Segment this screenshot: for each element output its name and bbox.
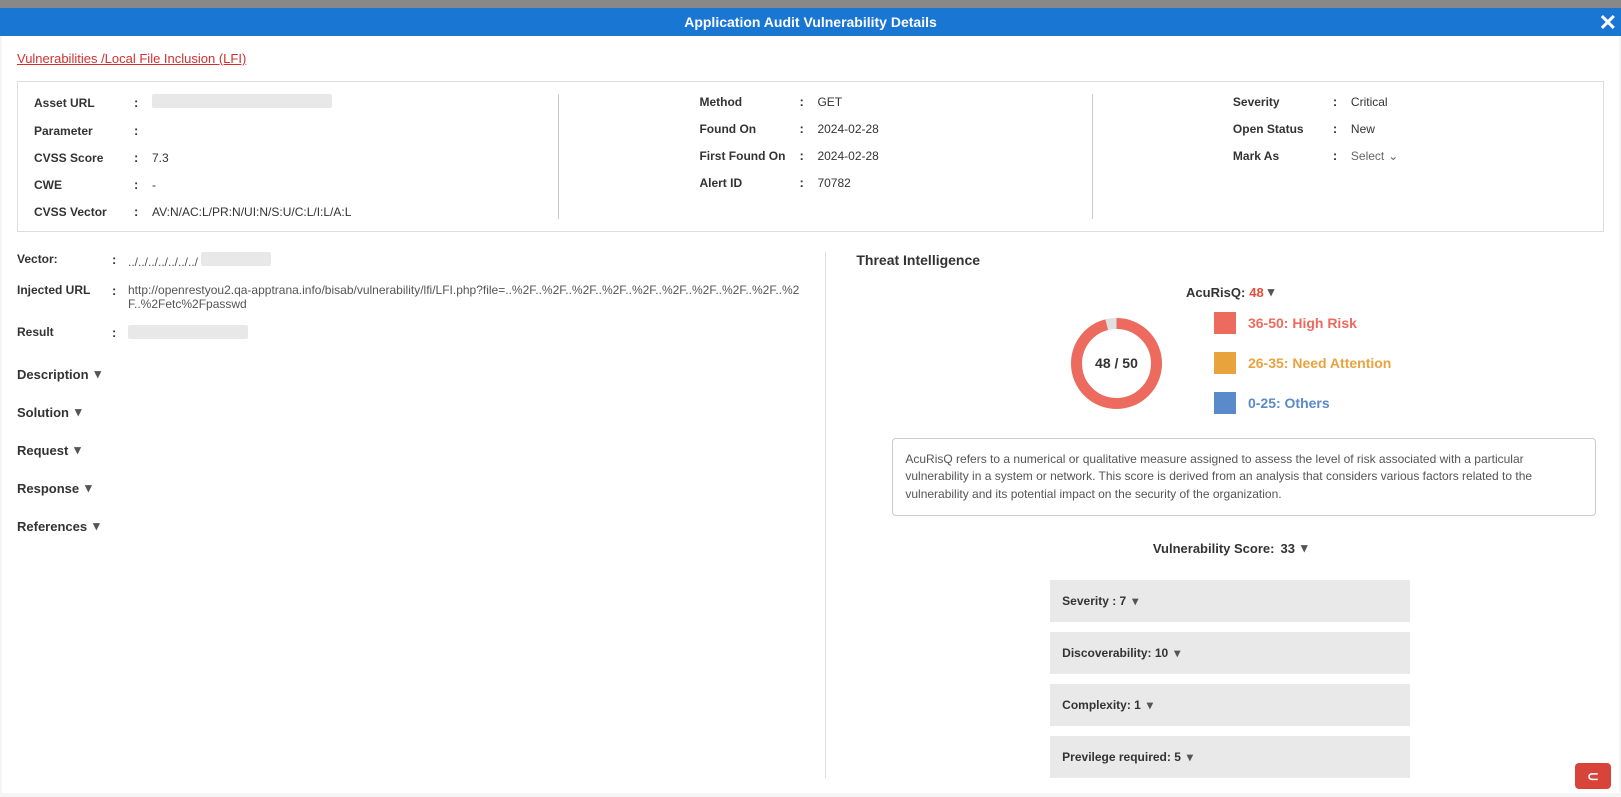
severity-card[interactable]: Severity : 7▾ bbox=[1050, 580, 1410, 622]
details-column-3: Severity:Critical Open Status:New Mark A… bbox=[1093, 94, 1595, 219]
breadcrumb-root: Vulnerabilities bbox=[17, 51, 101, 66]
method-value: GET bbox=[817, 95, 842, 109]
caret-down-icon: ▾ bbox=[93, 518, 100, 534]
vulnerability-score-toggle[interactable]: Vulnerability Score: 33 ▾ bbox=[856, 540, 1604, 556]
chart-legend: 36-50: High Risk 26-35: Need Attention 0… bbox=[1214, 312, 1391, 414]
legend-high-risk: 36-50: High Risk bbox=[1214, 312, 1391, 334]
cvss-score-label: CVSS Score bbox=[34, 151, 134, 165]
modal-title: Application Audit Vulnerability Details bbox=[684, 14, 937, 30]
parameter-label: Parameter bbox=[34, 124, 134, 138]
backdrop bbox=[0, 0, 1621, 8]
swatch-icon bbox=[1214, 392, 1236, 414]
injected-url-value: http://openrestyou2.qa-apptrana.info/bis… bbox=[128, 283, 805, 311]
open-status-label: Open Status bbox=[1233, 122, 1333, 136]
donut-chart-row: 48 / 50 36-50: High Risk 26-35: Need Att… bbox=[856, 312, 1604, 414]
found-on-label: Found On bbox=[699, 122, 799, 136]
request-section-toggle[interactable]: Request▾ bbox=[17, 442, 805, 458]
discoverability-card[interactable]: Discoverability: 10▾ bbox=[1050, 632, 1410, 674]
open-status-value: New bbox=[1351, 122, 1375, 136]
redacted-block bbox=[201, 252, 271, 266]
cwe-label: CWE bbox=[34, 178, 134, 192]
mark-as-select[interactable]: Select⌄ bbox=[1351, 149, 1398, 163]
swatch-icon bbox=[1214, 352, 1236, 374]
details-column-1: Asset URL: Parameter: CVSS Score:7.3 CWE… bbox=[26, 94, 559, 219]
privilege-card[interactable]: Previlege required: 5▾ bbox=[1050, 736, 1410, 778]
injected-url-label: Injected URL bbox=[17, 283, 112, 311]
acurisq-score: 48 bbox=[1249, 285, 1263, 300]
legend-others: 0-25: Others bbox=[1214, 392, 1391, 414]
caret-down-icon: ▾ bbox=[74, 442, 81, 458]
close-icon[interactable]: ✕ bbox=[1599, 10, 1617, 36]
lower-section: Vector: : ../../../../../../../ Injected… bbox=[17, 252, 1604, 778]
caret-down-icon: ▾ bbox=[1174, 646, 1180, 660]
method-label: Method bbox=[699, 95, 799, 109]
caret-down-icon: ▾ bbox=[1187, 750, 1193, 764]
asset-url-value bbox=[152, 94, 332, 111]
details-grid: Asset URL: Parameter: CVSS Score:7.3 CWE… bbox=[17, 81, 1604, 232]
cvss-vector-value: AV:N/AC:L/PR:N/UI:N/S:U/C:L/I:L/A:L bbox=[152, 205, 351, 219]
references-section-toggle[interactable]: References▾ bbox=[17, 518, 805, 534]
severity-value: Critical bbox=[1351, 95, 1388, 109]
caret-down-icon: ▾ bbox=[75, 404, 82, 420]
description-section-toggle[interactable]: Description▾ bbox=[17, 366, 805, 382]
first-found-on-label: First Found On bbox=[699, 149, 799, 163]
acurisq-donut-chart: 48 / 50 bbox=[1069, 316, 1164, 411]
cvss-vector-label: CVSS Vector bbox=[34, 205, 134, 219]
response-section-toggle[interactable]: Response▾ bbox=[17, 480, 805, 496]
vector-label: Vector: bbox=[17, 252, 112, 269]
left-pane: Vector: : ../../../../../../../ Injected… bbox=[17, 252, 826, 778]
donut-center-value: 48 / 50 bbox=[1069, 316, 1164, 411]
threat-intel-title: Threat Intelligence bbox=[856, 252, 1604, 268]
legend-need-attention: 26-35: Need Attention bbox=[1214, 352, 1391, 374]
acurisq-info-text: AcuRisQ refers to a numerical or qualita… bbox=[892, 438, 1596, 516]
acurisq-line[interactable]: AcuRisQ: 48 ▾ bbox=[856, 284, 1604, 300]
result-label: Result bbox=[17, 325, 112, 342]
breadcrumb[interactable]: Vulnerabilities /Local File Inclusion (L… bbox=[17, 51, 246, 66]
cwe-value: - bbox=[152, 178, 156, 192]
caret-down-icon: ▾ bbox=[1147, 698, 1153, 712]
solution-section-toggle[interactable]: Solution▾ bbox=[17, 404, 805, 420]
first-found-on-value: 2024-02-28 bbox=[817, 149, 878, 163]
modal-header: Application Audit Vulnerability Details … bbox=[0, 8, 1621, 36]
caret-down-icon: ▾ bbox=[85, 480, 92, 496]
corner-badge-icon[interactable]: ⊂ bbox=[1575, 763, 1611, 789]
result-value bbox=[128, 325, 805, 342]
caret-down-icon: ▾ bbox=[95, 366, 102, 382]
alert-id-label: Alert ID bbox=[699, 176, 799, 190]
breadcrumb-leaf: /Local File Inclusion (LFI) bbox=[101, 51, 246, 66]
vector-value: ../../../../../../../ bbox=[128, 252, 805, 269]
score-cards: Severity : 7▾ Discoverability: 10▾ Compl… bbox=[856, 580, 1604, 778]
mark-as-label: Mark As bbox=[1233, 149, 1333, 163]
caret-down-icon: ▾ bbox=[1301, 540, 1308, 556]
chevron-down-icon: ⌄ bbox=[1388, 149, 1398, 163]
cvss-score-value: 7.3 bbox=[152, 151, 169, 165]
caret-down-icon: ▾ bbox=[1268, 284, 1275, 300]
threat-intelligence-pane: Threat Intelligence AcuRisQ: 48 ▾ 48 / 5… bbox=[826, 252, 1604, 778]
details-column-2: Method:GET Found On:2024-02-28 First Fou… bbox=[559, 94, 1092, 219]
caret-down-icon: ▾ bbox=[1132, 594, 1138, 608]
swatch-icon bbox=[1214, 312, 1236, 334]
asset-url-label: Asset URL bbox=[34, 96, 134, 110]
complexity-card[interactable]: Complexity: 1▾ bbox=[1050, 684, 1410, 726]
found-on-value: 2024-02-28 bbox=[817, 122, 878, 136]
severity-label: Severity bbox=[1233, 95, 1333, 109]
redacted-block bbox=[152, 94, 332, 108]
alert-id-value: 70782 bbox=[817, 176, 850, 190]
redacted-block bbox=[128, 325, 248, 339]
content-panel: Vulnerabilities /Local File Inclusion (L… bbox=[2, 36, 1619, 793]
